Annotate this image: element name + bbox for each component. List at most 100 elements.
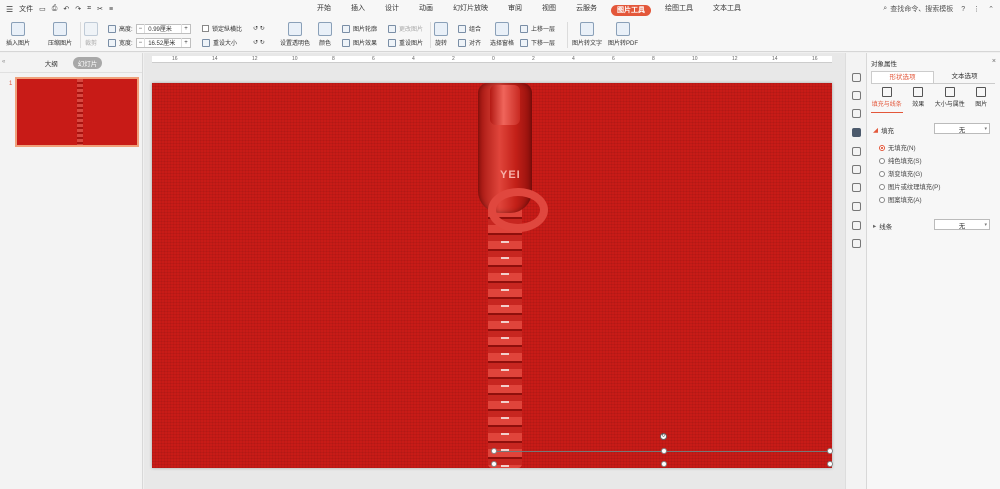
rotate-button[interactable]: 旋转 [434, 22, 448, 47]
shape-icon[interactable] [852, 109, 861, 118]
resize-handle[interactable] [491, 461, 497, 467]
width-increment[interactable]: + [182, 40, 190, 46]
tab-home[interactable]: 开始 [307, 0, 341, 18]
resize-handle[interactable] [827, 461, 833, 467]
line-section-header[interactable]: ▸ 线条 [873, 221, 892, 231]
collapse-pane-icon[interactable]: « [2, 59, 5, 65]
ribbon-divider [430, 22, 431, 48]
tab-review[interactable]: 审阅 [498, 0, 532, 18]
resize-handle[interactable] [661, 461, 667, 467]
close-icon[interactable]: × [992, 58, 996, 65]
change-picture-button[interactable]: 更改图片 [388, 23, 423, 34]
file-menu[interactable]: 文件 [19, 4, 33, 14]
resize-handle[interactable] [661, 448, 667, 454]
format-painter-icon[interactable]: ⌗ [87, 5, 91, 13]
resize-handle[interactable] [827, 448, 833, 454]
properties-icon[interactable] [852, 128, 861, 137]
radio-gradient-fill[interactable]: 渐变填充(G) [879, 169, 922, 178]
reset-size-button[interactable]: 重设大小 [202, 37, 237, 48]
subtab-effects[interactable]: 效果 [903, 87, 935, 113]
compress-picture-button[interactable]: 压缩图片 [48, 22, 72, 47]
color-button[interactable]: 颜色 [318, 22, 332, 47]
subtab-label: 效果 [912, 102, 925, 108]
tab-picture-tools[interactable]: 图片工具 [611, 5, 651, 16]
tab-view[interactable]: 视图 [532, 0, 566, 18]
home-icon[interactable] [852, 73, 861, 82]
help-circle-icon[interactable] [852, 221, 861, 230]
media-icon[interactable] [852, 165, 861, 174]
tab-outline[interactable]: 大纲 [40, 57, 63, 69]
pic-to-text-button[interactable]: 图片转文字 [572, 22, 602, 47]
tab-slides[interactable]: 幻灯片 [72, 56, 103, 69]
radio-button[interactable] [879, 183, 885, 190]
fill-section-header[interactable]: ◢ 填充 [873, 125, 894, 135]
radio-no-fill[interactable]: 无填充(N) [879, 143, 916, 152]
width-value[interactable]: 16.52厘米 [144, 38, 183, 47]
subtab-fill-line[interactable]: 填充与线条 [871, 87, 903, 113]
height-increment[interactable]: + [182, 26, 190, 32]
radio-button[interactable] [879, 144, 885, 151]
rotate-left-button[interactable]: ↺ ↻ [253, 23, 265, 34]
tab-text-options[interactable]: 文本选项 [934, 71, 995, 83]
tab-design[interactable]: 设计 [375, 0, 409, 18]
flip-button[interactable]: ↺ ↻ [253, 37, 265, 48]
lock-ratio-check[interactable] [202, 25, 209, 32]
picture-effect-button[interactable]: 图片效果 [342, 37, 377, 48]
rotate-handle[interactable]: ↻ [660, 433, 667, 440]
collapse-ribbon-icon[interactable]: ⌃ [988, 5, 994, 13]
more-icon[interactable]: ⋮ [973, 5, 980, 13]
set-transparent-button[interactable]: 设置透明色 [280, 22, 310, 47]
tab-insert[interactable]: 插入 [341, 0, 375, 18]
height-value[interactable]: 0.99厘米 [144, 24, 183, 33]
tab-drawing-tools[interactable]: 绘图工具 [655, 0, 703, 18]
tab-animation[interactable]: 动画 [409, 0, 443, 18]
fill-dropdown[interactable]: 无 ▾ [934, 123, 990, 134]
radio-button[interactable] [879, 157, 885, 164]
reset-picture-button[interactable]: 重设图片 [388, 37, 423, 48]
template-icon[interactable] [852, 91, 861, 100]
height-decrement[interactable]: − [137, 26, 145, 32]
width-decrement[interactable]: − [137, 40, 145, 46]
crop-button[interactable]: 裁剪 [84, 22, 98, 47]
tab-slideshow[interactable]: 幻灯片放映 [443, 0, 498, 18]
slide-canvas[interactable]: YEI ↻ [152, 83, 833, 468]
tab-cloud[interactable]: 云服务 [566, 0, 607, 18]
selection-pane-button[interactable]: 选择窗格 [490, 22, 514, 47]
radio-pattern-fill[interactable]: 图案填充(A) [879, 195, 922, 204]
height-input[interactable]: − 0.99厘米 + [135, 23, 191, 34]
send-backward-button[interactable]: 下移一层 [520, 37, 555, 48]
command-search[interactable]: ⌕ 查找命令、搜索模板 [883, 4, 953, 14]
zipper-logo: YEI [500, 169, 521, 181]
picture-outline-button[interactable]: 图片轮廓 [342, 23, 377, 34]
tools-icon[interactable]: ✂ [97, 5, 103, 13]
line-dropdown[interactable]: 无 ▾ [934, 219, 990, 230]
redo-icon[interactable]: ↷ [75, 5, 81, 13]
group-button[interactable]: 组合 [458, 23, 481, 34]
undo-icon[interactable]: ↶ [63, 5, 69, 13]
hamburger-icon[interactable]: ☰ [6, 5, 13, 14]
more-quick-icon[interactable]: ≡ [109, 6, 113, 13]
help-icon[interactable]: ? [961, 6, 965, 13]
tab-text-tools[interactable]: 文本工具 [703, 0, 751, 18]
resize-handle[interactable] [491, 448, 497, 454]
print-icon[interactable]: ⎙ [52, 5, 58, 13]
insert-picture-button[interactable]: 插入图片 [6, 22, 30, 47]
star-icon[interactable] [852, 147, 861, 156]
slide-thumbnail[interactable] [15, 77, 139, 147]
radio-solid-fill[interactable]: 纯色填充(S) [879, 156, 922, 165]
tab-shape-options[interactable]: 形状选项 [871, 71, 934, 83]
lock-ratio-checkbox[interactable]: 锁定纵横比 [202, 23, 242, 34]
grid-icon[interactable] [852, 239, 861, 248]
pic-to-pdf-button[interactable]: 图片转PDF [608, 22, 638, 47]
radio-button[interactable] [879, 170, 885, 177]
subtab-picture[interactable]: 图片 [966, 87, 998, 113]
subtab-size-properties[interactable]: 大小与属性 [934, 87, 966, 113]
save-icon[interactable]: ▭ [39, 5, 46, 13]
history-icon[interactable] [852, 202, 861, 211]
radio-picture-fill[interactable]: 图片或纹理填充(P) [879, 182, 940, 191]
align-button[interactable]: 对齐 [458, 37, 481, 48]
width-input[interactable]: − 16.52厘米 + [135, 37, 191, 48]
bring-forward-button[interactable]: 上移一层 [520, 23, 555, 34]
share-icon[interactable] [852, 183, 861, 192]
radio-button[interactable] [879, 196, 885, 203]
